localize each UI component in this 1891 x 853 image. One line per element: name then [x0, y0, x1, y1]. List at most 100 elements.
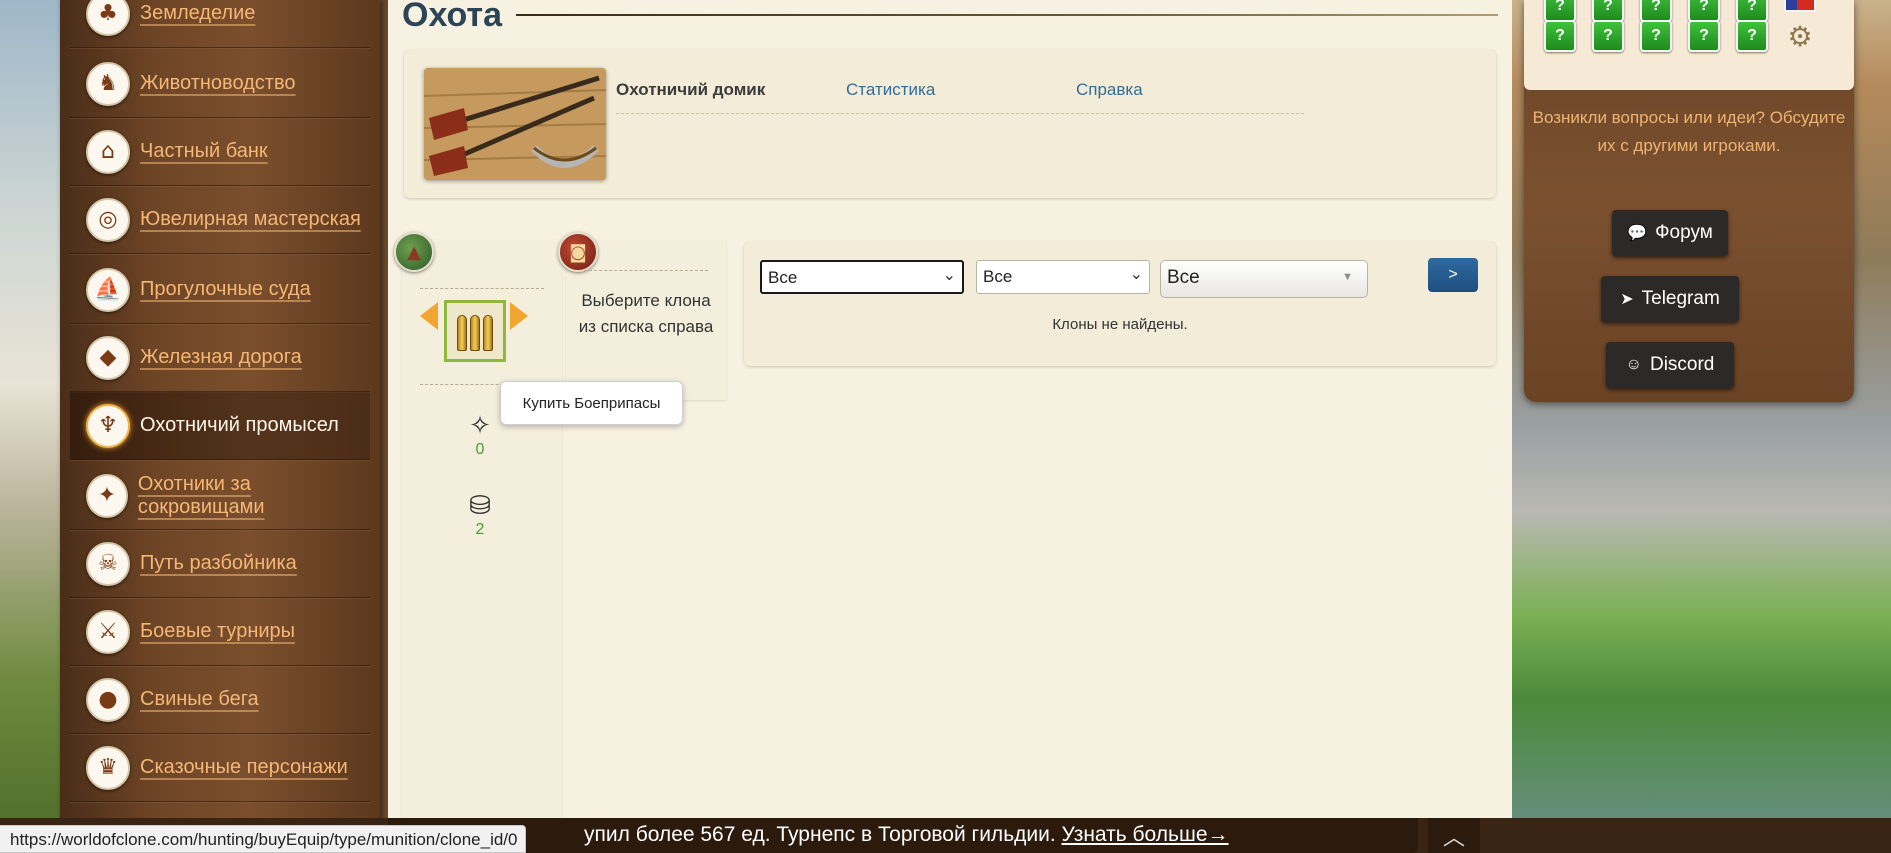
telegram-label: Telegram — [1641, 288, 1720, 309]
sidebar-item-ships[interactable]: ⛵ Прогулочные суда — [70, 256, 370, 324]
forum-label: Форум — [1655, 222, 1713, 243]
quest-button[interactable]: ? — [1688, 0, 1720, 22]
ship-icon: ⛵ — [86, 267, 130, 312]
select-clone-panel: ◙ Выберите клона из списка справа — [558, 232, 726, 400]
sidebar-item-label: Путь разбойника — [140, 552, 297, 574]
statistics-link[interactable]: Статистика — [846, 80, 1074, 114]
ring-icon: ◎ — [86, 197, 130, 242]
chat-bubbles-icon: 💬 — [1627, 225, 1648, 242]
chevron-down-icon: ⌄ — [1129, 266, 1143, 283]
next-arrow-button[interactable] — [510, 302, 528, 330]
pirate-icon: ☠ — [86, 541, 130, 586]
buy-ammunition-button[interactable] — [444, 300, 506, 362]
buy-ammunition-tooltip: Купить Боеприпасы — [500, 381, 683, 425]
discord-label: Discord — [1649, 354, 1715, 375]
sidebar-item-label: Частный банк — [140, 140, 268, 162]
gear-icon[interactable]: ⚙ — [1784, 20, 1816, 53]
sidebar-item-pig-races[interactable]: ● Свиные бега — [70, 666, 370, 734]
scroll-up-button[interactable]: ︿ — [1428, 818, 1480, 853]
quest-button[interactable]: ? — [1544, 20, 1576, 52]
sidebar-nav: ♣ Земледелие ♞ Животноводство ⌂ Частный … — [60, 0, 380, 830]
quest-button[interactable]: ? — [1640, 20, 1672, 52]
chevron-down-icon: ⌄ — [942, 267, 956, 284]
cauldron-count: 2 — [475, 521, 485, 538]
filter-select-3-value: Все — [1167, 267, 1200, 288]
sidebar-item-hunting[interactable]: ♆ Охотничий промысел — [70, 392, 370, 460]
sidebar-item-livestock[interactable]: ♞ Животноводство — [70, 50, 370, 118]
page-title: Охота — [402, 0, 502, 34]
filter-select-1-value: Все — [768, 268, 798, 287]
clone-filter-panel: Все ⌄ Все ⌄ Все ▼ > Клоны не найдены. — [744, 242, 1496, 366]
flag-icon[interactable] — [1784, 0, 1816, 12]
train-icon: ◆ — [86, 335, 130, 380]
forest-badge-icon: ▲ — [394, 232, 434, 272]
divider — [420, 288, 544, 289]
sidebar-item-label: Ювелирная мастерская — [140, 208, 361, 230]
sidebar-item-label: Боевые турниры — [140, 620, 296, 642]
quest-button[interactable]: ? — [1592, 20, 1624, 52]
filter-select-3[interactable]: Все ▼ — [1160, 260, 1368, 298]
hunting-lodge-link[interactable]: Охотничий домик — [616, 80, 844, 114]
triangle-down-icon: ▼ — [1342, 271, 1353, 283]
main-content: Охота Охотничий домик Статистика Справка… — [388, 0, 1532, 853]
ticker-learn-more-link[interactable]: Узнать больше→ — [1062, 823, 1229, 846]
discord-icon: ☺ — [1625, 356, 1642, 373]
pig-icon: ● — [86, 677, 130, 722]
filter-select-2[interactable]: Все ⌄ — [976, 260, 1150, 294]
cauldron-icon: ⛁ — [469, 490, 491, 520]
rifles-horn-illustration — [424, 68, 606, 180]
community-question-text: Возникли вопросы или идеи? Обсудите их с… — [1532, 108, 1846, 155]
quest-button[interactable]: ? — [1736, 20, 1768, 52]
sidebar-item-label: Животноводство — [140, 72, 296, 94]
bullet-icon — [483, 315, 493, 351]
barrel-badge-icon: ◙ — [558, 232, 598, 272]
farming-icon: ♣ — [86, 0, 130, 36]
telegram-button[interactable]: ➤ Telegram — [1601, 276, 1739, 322]
hunting-rifles-image — [424, 68, 606, 180]
sidebar-item-label: Охотничий промысел — [140, 414, 339, 436]
divider — [584, 270, 708, 271]
quest-button[interactable]: ? — [1688, 20, 1720, 52]
sidebar-item-railway[interactable]: ◆ Железная дорога — [70, 324, 370, 392]
prev-arrow-button[interactable] — [420, 302, 438, 330]
deer-antlers-icon: ♆ — [86, 403, 130, 448]
bullet-icon — [470, 315, 480, 351]
sidebar-item-farming[interactable]: ♣ Земледелие — [70, 0, 370, 48]
sidebar-item-label: Сказочные персонажи — [140, 756, 348, 778]
cauldron-resource: ⛁ 2 — [452, 490, 508, 539]
apply-filter-button[interactable]: > — [1428, 258, 1478, 292]
ticker-text: упил более 567 ед. Турнепс в Торговой ги… — [584, 823, 1056, 846]
telegram-icon: ➤ — [1620, 291, 1634, 308]
quest-button[interactable]: ? — [1544, 0, 1576, 22]
browser-status-url: https://worldofclone.com/hunting/buyEqui… — [0, 825, 527, 853]
trap-count: 0 — [475, 441, 485, 458]
fairy-character-icon: ♛ — [86, 745, 130, 790]
filter-select-2-value: Все — [983, 267, 1013, 286]
ticker-message: упил более 567 ед. Турнепс в Торговой ги… — [584, 823, 1229, 847]
discord-button[interactable]: ☺ Discord — [1606, 342, 1734, 388]
sidebar-item-robber-path[interactable]: ☠ Путь разбойника — [70, 530, 370, 598]
treasure-map-icon: ✦ — [86, 473, 128, 518]
filter-select-1[interactable]: Все ⌄ — [760, 260, 964, 294]
sidebar-item-treasure-hunters[interactable]: ✦ Охотники за сокровищами — [70, 462, 370, 530]
title-divider — [516, 14, 1498, 16]
select-clone-hint: Выберите клона из списка справа — [578, 291, 714, 336]
sidebar-item-label: Земледелие — [140, 2, 256, 24]
crossed-swords-icon: ⚔ — [86, 609, 130, 654]
quest-button[interactable]: ? — [1640, 0, 1672, 22]
quest-button[interactable]: ? — [1736, 0, 1768, 22]
forum-button[interactable]: 💬 Форум — [1612, 210, 1728, 256]
sidebar-item-bank[interactable]: ⌂ Частный банк — [70, 118, 370, 186]
sidebar-item-label: Охотники за сокровищами — [137, 472, 265, 518]
no-clones-message: Клоны не найдены. — [1052, 316, 1188, 333]
quest-button[interactable]: ? — [1592, 0, 1624, 22]
sidebar-item-jewelry[interactable]: ◎ Ювелирная мастерская — [70, 186, 370, 254]
bullet-icon — [457, 315, 467, 351]
sidebar-item-fairy-characters[interactable]: ♛ Сказочные персонажи — [70, 734, 370, 802]
bank-icon: ⌂ — [86, 129, 130, 174]
help-link[interactable]: Справка — [1076, 80, 1304, 114]
livestock-icon: ♞ — [86, 61, 130, 106]
sidebar-item-tournaments[interactable]: ⚔ Боевые турниры — [70, 598, 370, 666]
sidebar-item-label: Железная дорога — [140, 346, 302, 368]
sidebar-item-label: Прогулочные суда — [140, 278, 311, 300]
